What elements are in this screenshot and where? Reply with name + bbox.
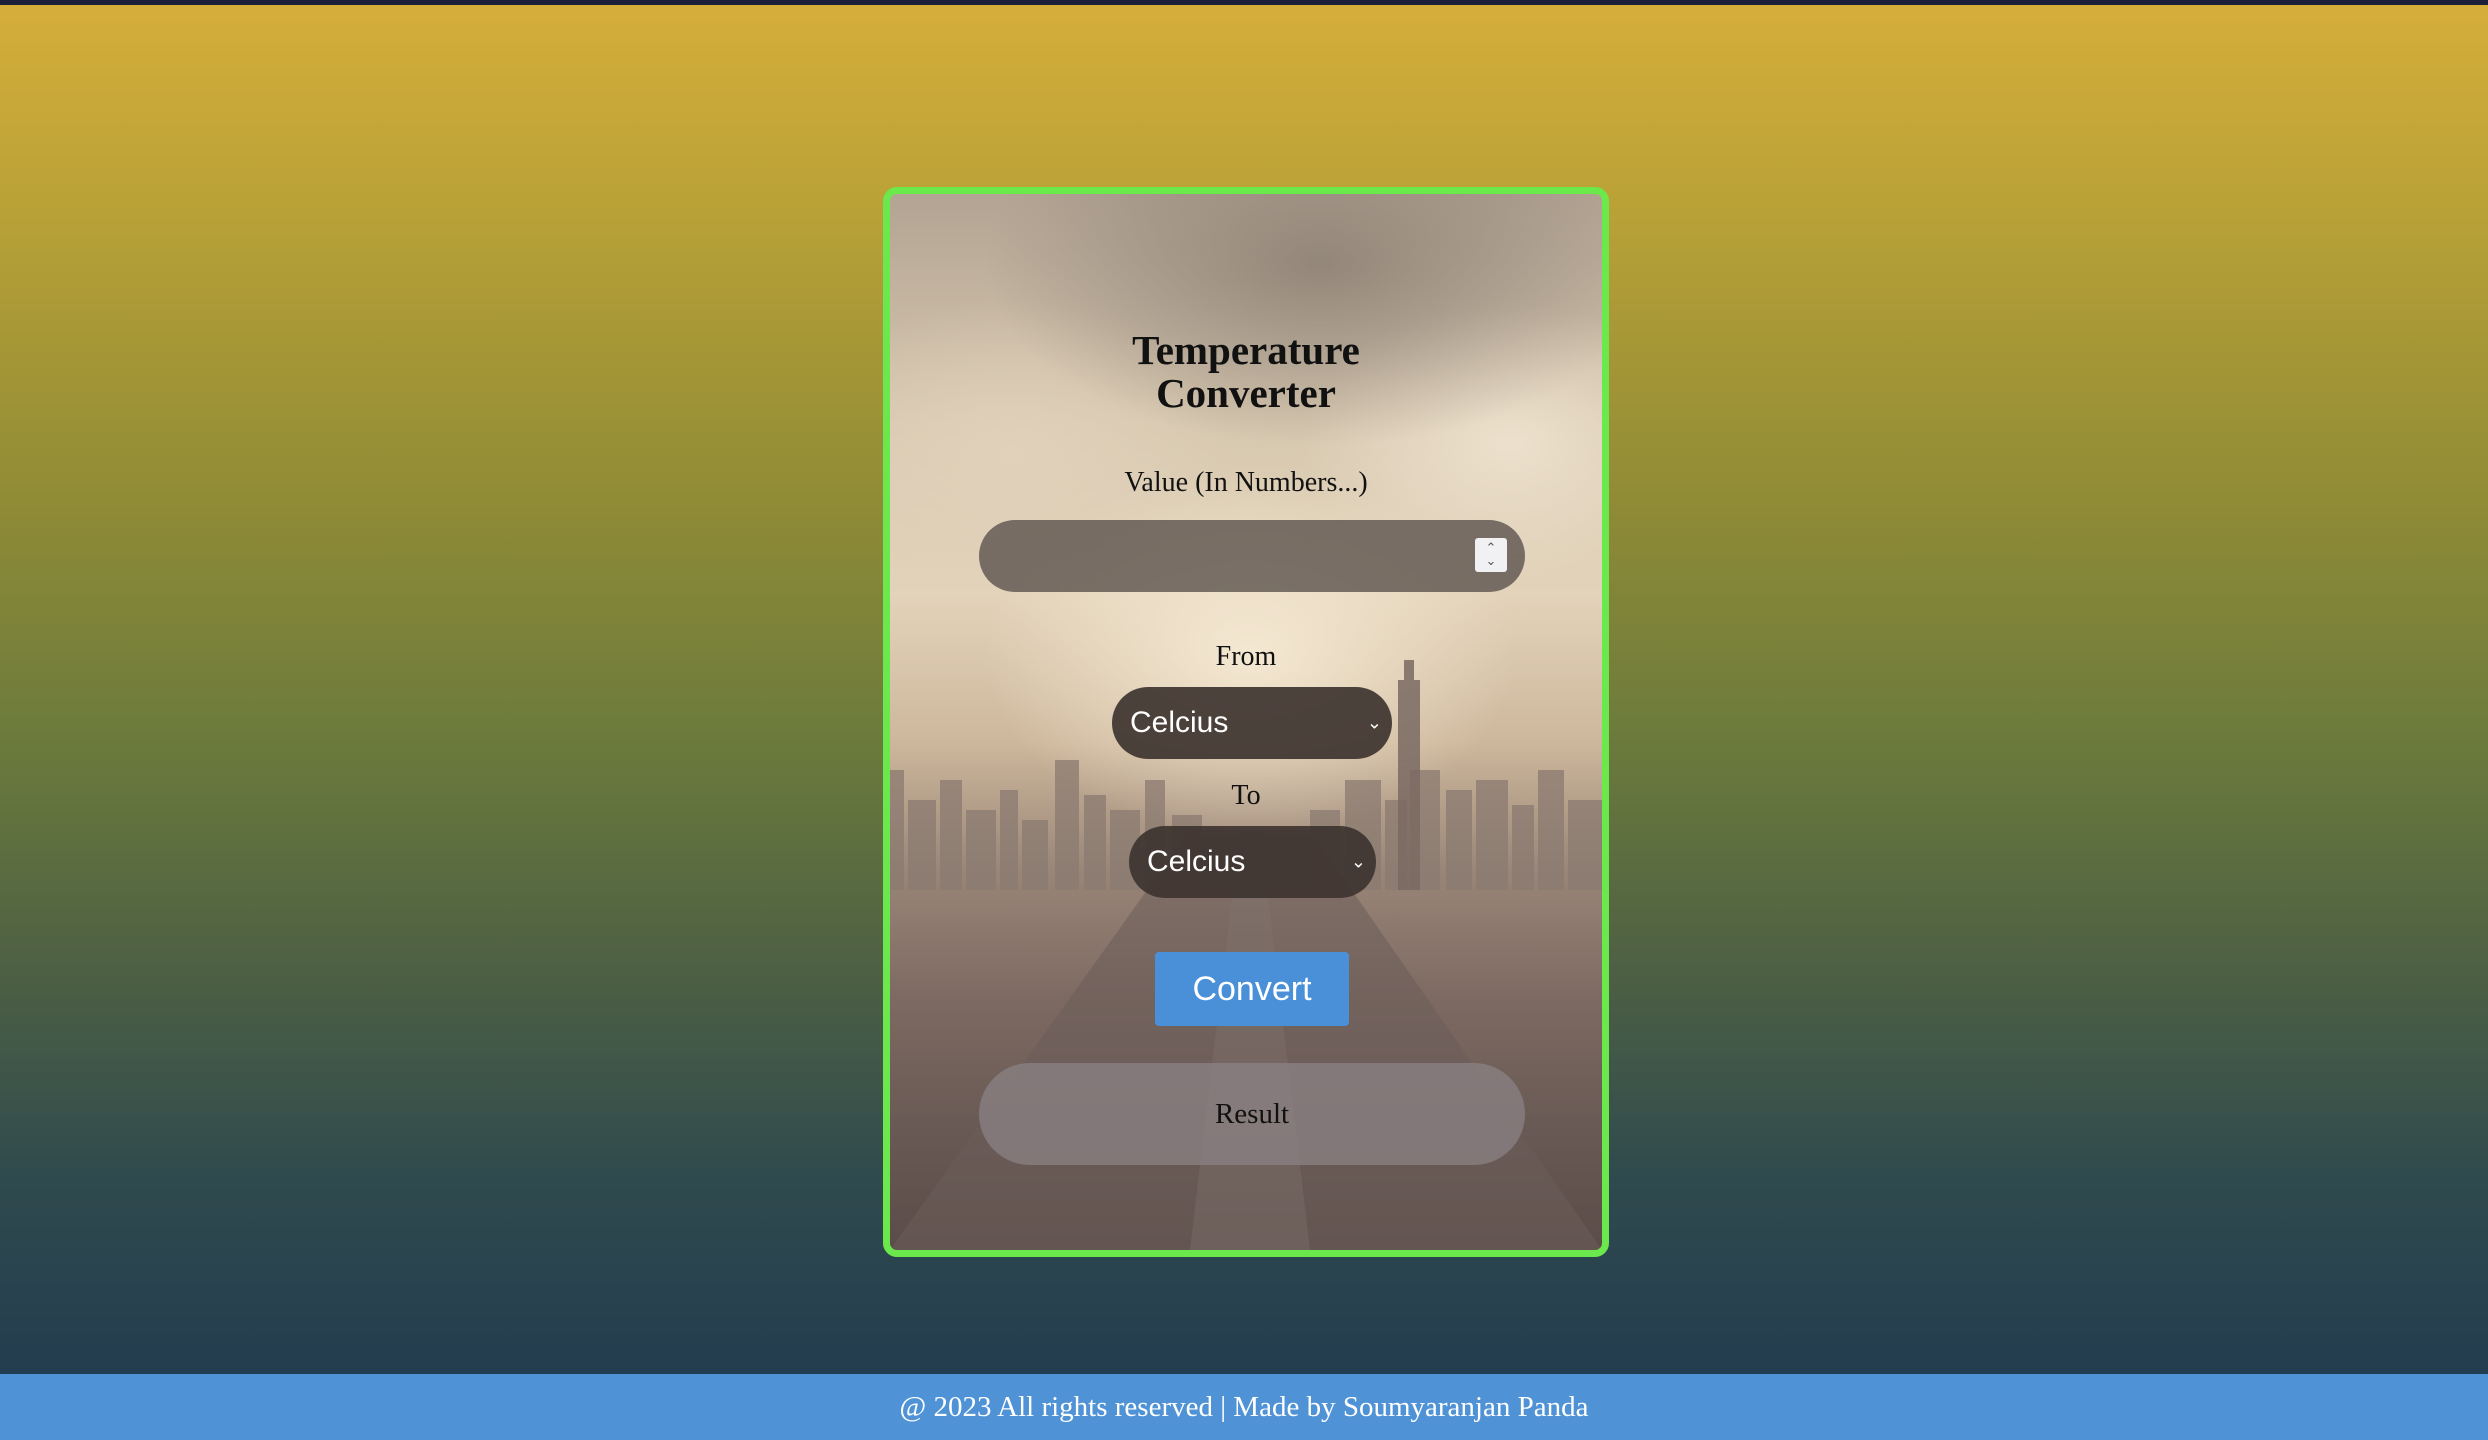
chevron-down-icon: ⌄ — [1350, 851, 1366, 873]
to-label: To — [1231, 780, 1261, 811]
from-unit-value: Celcius — [1130, 706, 1229, 739]
from-label: From — [1215, 641, 1277, 672]
value-label: Value (In Numbers...) — [1124, 467, 1368, 498]
window-top-edge — [0, 0, 2488, 5]
value-input[interactable]: ⌃ ⌄ — [979, 520, 1525, 592]
convert-button[interactable]: Convert — [1155, 952, 1349, 1026]
result-display: Result — [979, 1063, 1525, 1165]
chevron-down-icon: ⌄ — [1366, 712, 1382, 734]
converter-card: Temperature Converter Value (In Numbers.… — [883, 187, 1609, 1257]
spinner-down-icon[interactable]: ⌄ — [1486, 555, 1497, 568]
to-unit-select[interactable]: Celcius ⌄ — [1129, 826, 1376, 898]
result-text: Result — [1214, 1097, 1290, 1130]
footer-text: @ 2023 All rights reserved | Made by Sou… — [899, 1390, 1589, 1423]
footer: @ 2023 All rights reserved | Made by Sou… — [0, 1374, 2488, 1440]
from-unit-select[interactable]: Celcius ⌄ — [1112, 687, 1392, 759]
page-title: Temperature Converter — [1132, 327, 1360, 416]
number-spinner-icon[interactable]: ⌃ ⌄ — [1475, 538, 1507, 572]
to-unit-value: Celcius — [1147, 845, 1246, 878]
